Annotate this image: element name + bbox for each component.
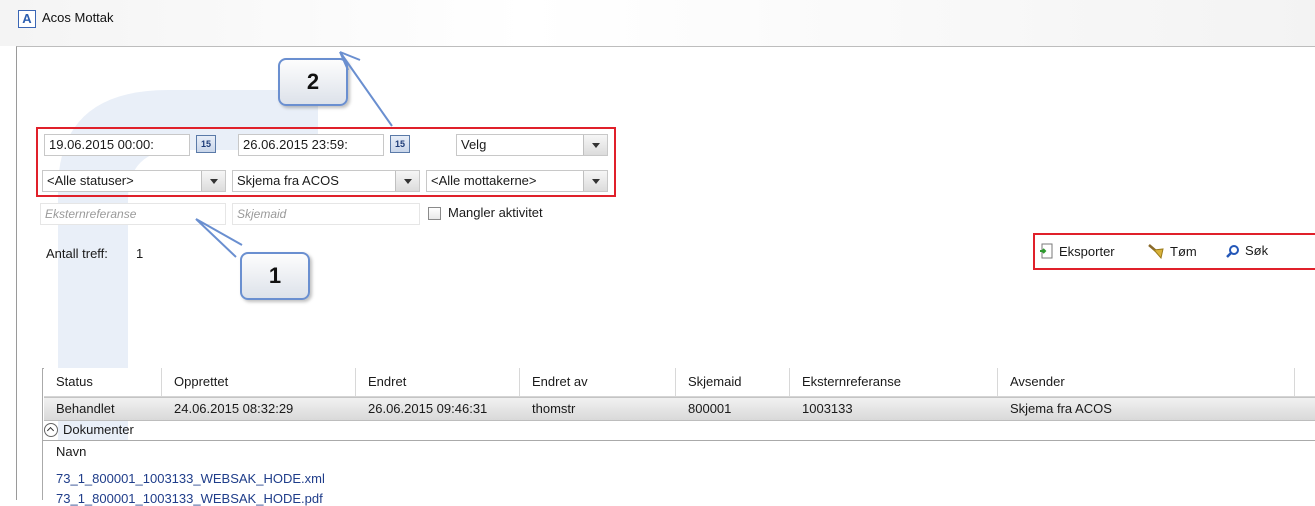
documents-header-label: Dokumenter (63, 422, 134, 437)
cell-status: Behandlet (56, 401, 115, 416)
result-count-value: 1 (136, 246, 144, 261)
column-header-sender[interactable]: Avsender (998, 368, 1295, 396)
clear-button[interactable]: Tøm (1147, 243, 1197, 259)
cell-form-id: 800001 (688, 401, 732, 416)
collapse-icon[interactable] (44, 422, 58, 437)
missing-activity-checkbox[interactable] (428, 207, 441, 220)
cell-external-ref: 1003133 (802, 401, 853, 416)
column-header-changed[interactable]: Endret (356, 368, 520, 396)
window-title: Acos Mottak (42, 10, 114, 25)
search-icon (1226, 244, 1239, 258)
cell-changed-by: thomstr (532, 401, 576, 416)
export-label: Eksporter (1059, 243, 1115, 259)
result-count-label: Antall treff: (46, 246, 108, 261)
filter-highlight-box (36, 127, 616, 197)
callout-two-pointer (339, 51, 393, 127)
table-row[interactable]: Behandlet 24.06.2015 08:32:29 26.06.2015… (44, 397, 1315, 421)
export-button[interactable]: Eksporter (1040, 243, 1115, 259)
document-link[interactable]: 73_1_800001_1003133_WEBSAK_HODE.xml (56, 471, 325, 486)
callout-one: 1 (240, 252, 310, 300)
app-logo-icon: A (18, 10, 36, 28)
title-bar: A Acos Mottak (0, 0, 1315, 46)
column-header-form-id[interactable]: Skjemaid (676, 368, 790, 396)
documents-toggle[interactable]: Dokumenter (44, 422, 134, 437)
export-icon (1040, 243, 1053, 259)
search-button[interactable]: Søk (1226, 243, 1268, 258)
missing-activity-label: Mangler aktivitet (448, 205, 543, 220)
app-window: A Acos Mottak 19.06.2015 00:00: 15 26.06… (0, 0, 1315, 506)
documents-column-name: Navn (56, 444, 87, 459)
clear-label: Tøm (1170, 243, 1197, 259)
column-header-status[interactable]: Status (44, 368, 162, 396)
cell-created: 24.06.2015 08:32:29 (174, 401, 294, 416)
search-label: Søk (1245, 243, 1269, 258)
cell-sender: Skjema fra ACOS (1010, 401, 1112, 416)
column-header-changed-by[interactable]: Endret av (520, 368, 676, 396)
table-header: Status Opprettet Endret Endret av Skjema… (44, 368, 1315, 397)
broom-icon (1148, 244, 1164, 259)
column-header-external-ref[interactable]: Eksternreferanse (790, 368, 998, 396)
cell-changed: 26.06.2015 09:46:31 (368, 401, 488, 416)
column-header-created[interactable]: Opprettet (162, 368, 356, 396)
